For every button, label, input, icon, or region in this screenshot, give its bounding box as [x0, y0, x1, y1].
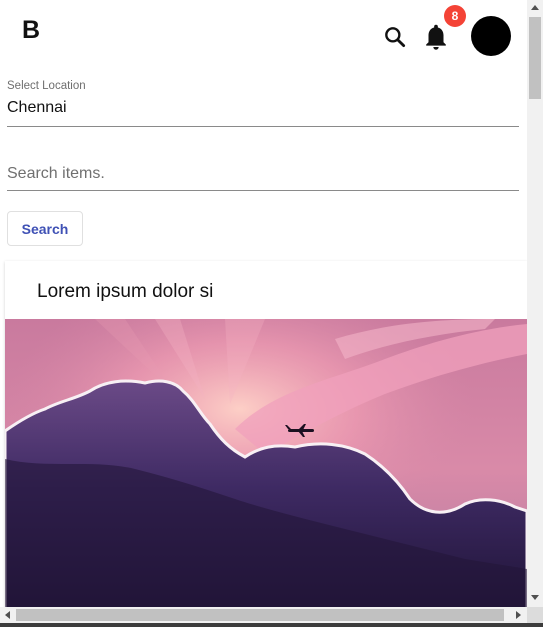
search-field	[7, 160, 519, 191]
main-content: B 8 Select Location Chennai Search items…	[0, 0, 527, 607]
bottom-edge	[0, 623, 543, 627]
location-value: Chennai	[7, 99, 67, 116]
scroll-down-icon[interactable]	[531, 595, 539, 600]
scrollbar-corner	[527, 607, 543, 623]
search-input[interactable]	[7, 160, 519, 188]
scroll-left-icon[interactable]	[5, 611, 10, 619]
vertical-scroll-thumb[interactable]	[529, 17, 541, 99]
search-button[interactable]: Search	[7, 211, 83, 246]
location-label: Select Location	[7, 80, 86, 92]
location-select[interactable]: Select Location Chennai	[7, 78, 519, 127]
search-icon	[385, 27, 406, 48]
search-icon-button[interactable]	[382, 24, 408, 50]
card-image	[5, 319, 527, 607]
scroll-right-icon[interactable]	[516, 611, 521, 619]
bell-icon	[426, 24, 446, 50]
horizontal-scrollbar[interactable]	[0, 607, 527, 623]
notifications-button[interactable]	[422, 22, 450, 52]
avatar[interactable]	[471, 16, 511, 56]
sunset-clouds-airplane-image	[5, 319, 527, 607]
horizontal-scroll-thumb[interactable]	[16, 609, 504, 621]
vertical-scrollbar[interactable]	[527, 0, 543, 607]
top-app-bar: B 8	[0, 0, 527, 70]
card-title: Lorem ipsum dolor si	[37, 281, 214, 302]
scroll-up-icon[interactable]	[531, 5, 539, 10]
app-logo[interactable]: B	[22, 16, 40, 45]
notification-badge: 8	[444, 5, 466, 27]
page: B 8 Select Location Chennai Search items…	[0, 0, 543, 627]
content-card: Lorem ipsum dolor si	[5, 261, 527, 607]
